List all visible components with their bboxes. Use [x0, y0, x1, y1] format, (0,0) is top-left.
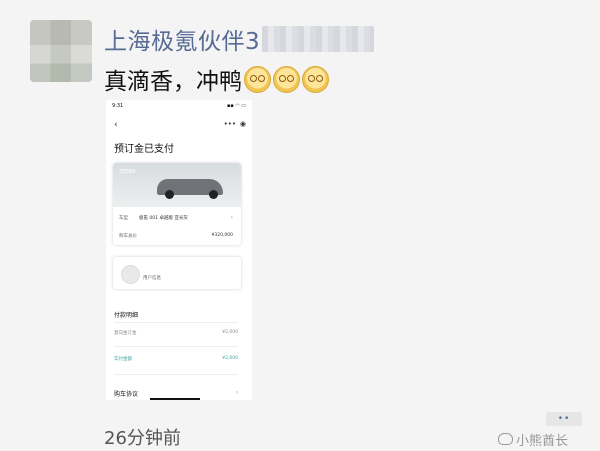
car-card: ZEEKR 车型 极氪 001 卓越版 亚光灰 › 购车总价 ¥320,000: [113, 163, 241, 245]
user-label: 用户信息: [143, 276, 161, 281]
status-icons: ▪▪ ◠ ▭: [226, 103, 246, 109]
watermark-text: 小熊酋长: [516, 434, 569, 449]
user-card: 用户信息: [113, 257, 241, 289]
smirk-emoji-icon: [273, 65, 300, 93]
poster-name[interactable]: 上海极氪伙伴3: [104, 22, 260, 56]
moment-text: 真滴香，冲鸭: [104, 62, 329, 96]
smirk-emoji-icon: [244, 65, 271, 93]
car-name-label: 车型: [119, 216, 128, 221]
attached-screenshot[interactable]: 9:31 ▪▪ ◠ ▭ ‹ ••• ◉ 预订金已支付 ZEEKR 车型 极氪 0…: [106, 100, 252, 400]
car-image: ZEEKR: [113, 163, 241, 207]
car-tag: ZEEKR: [119, 169, 136, 175]
pay-row: 意向金订金 ¥2,000: [114, 330, 238, 336]
agreement-link: 购车协议: [114, 391, 139, 398]
pay-row-amount: ¥2,000: [222, 330, 238, 335]
pay-row-amount: ¥2,000: [222, 356, 238, 361]
pay-row: 实付金额 ¥2,000: [114, 356, 238, 362]
price-label: 购车总价: [119, 234, 137, 239]
divider: [114, 346, 238, 347]
avatar[interactable]: [30, 20, 92, 82]
comment-like-button[interactable]: ••: [546, 412, 582, 426]
pay-row-label: 实付金额: [114, 357, 132, 362]
watermark: 小熊酋长: [498, 430, 568, 449]
divider: [114, 374, 238, 375]
car-wheel-front: [165, 190, 174, 199]
chevron-right-icon: ›: [230, 214, 233, 221]
chevron-right-icon: ›: [235, 389, 238, 396]
weibo-icon: [498, 432, 513, 445]
price-value: ¥320,000: [211, 233, 233, 238]
target-icon: ◉: [239, 120, 246, 128]
divider: [114, 322, 238, 323]
user-avatar: [121, 265, 140, 284]
poster-name-mosaic: [262, 26, 374, 52]
more-icon: •••: [223, 120, 236, 128]
back-icon: ‹: [114, 120, 118, 130]
status-time: 9:31: [112, 103, 124, 109]
moment-text-label: 真滴香，冲鸭: [104, 69, 242, 95]
redaction-bar: [150, 398, 200, 400]
page-title: 预订金已支付: [114, 144, 174, 155]
pay-row-label: 意向金订金: [114, 331, 137, 336]
smirk-emoji-icon: [302, 65, 329, 93]
section-title: 付款明细: [114, 312, 139, 319]
car-wheel-rear: [209, 190, 218, 199]
car-name-value: 极氪 001 卓越版 亚光灰: [139, 216, 188, 221]
post-time: 26分钟前: [104, 428, 181, 449]
